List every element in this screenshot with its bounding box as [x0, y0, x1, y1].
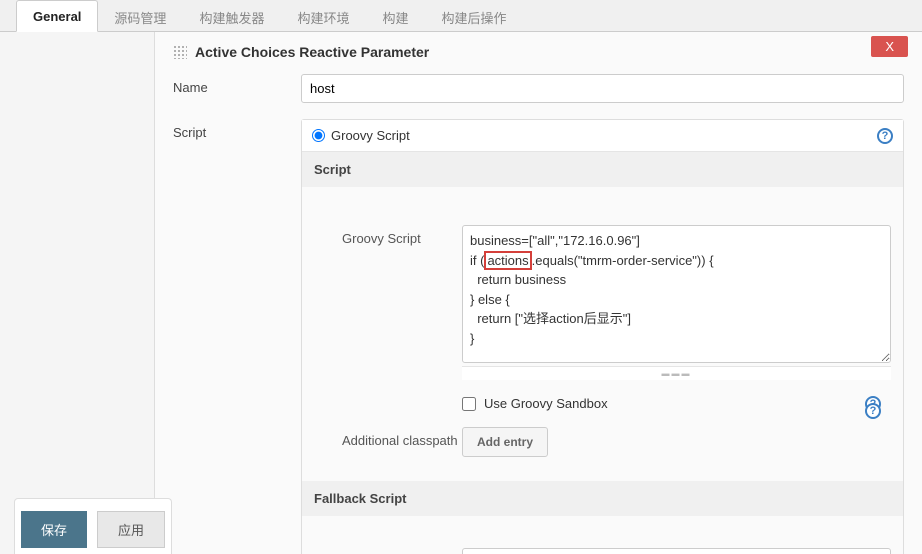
- script-label: Script: [173, 119, 301, 140]
- fallback-groovy-label: Groovy Script: [342, 548, 462, 554]
- groovy-script-field: business=["all","172.16.0.96"] if (actio…: [462, 225, 891, 380]
- name-label: Name: [173, 74, 301, 95]
- resize-grip[interactable]: ▬▬▬: [462, 366, 891, 380]
- bottom-action-bar: 保存 应用: [14, 498, 172, 554]
- fallback-groovy-field: [462, 548, 891, 554]
- sandbox-spacer: [342, 392, 462, 398]
- groovy-script-label: Groovy Script: [342, 225, 462, 246]
- fallback-heading: Fallback Script: [302, 481, 903, 516]
- fallback-textarea[interactable]: [462, 548, 891, 554]
- help-icon[interactable]: ?: [865, 403, 881, 419]
- script-heading: Script: [302, 152, 903, 187]
- script-field-wrap: Groovy Script ? Script Groovy Script bus…: [301, 119, 904, 554]
- save-button[interactable]: 保存: [21, 511, 87, 548]
- help-icon[interactable]: ?: [877, 128, 893, 144]
- classpath-label: Additional classpath: [342, 427, 462, 448]
- parameter-title: Active Choices Reactive Parameter: [195, 44, 429, 60]
- row-script: Script Groovy Script ? Script Groovy Scr…: [173, 119, 904, 554]
- groovy-radio[interactable]: [312, 129, 325, 142]
- sandbox-row: Use Groovy Sandbox ?: [342, 392, 891, 415]
- fallback-inner: Groovy Script: [302, 516, 903, 554]
- name-input[interactable]: [301, 74, 904, 103]
- groovy-radio-row: Groovy Script ?: [302, 120, 903, 152]
- groovy-code-textarea[interactable]: [462, 225, 891, 363]
- tab-build[interactable]: 构建: [366, 0, 425, 31]
- sandbox-checkbox[interactable]: [462, 397, 476, 411]
- tab-env[interactable]: 构建环境: [281, 0, 366, 31]
- tab-triggers[interactable]: 构建触发器: [183, 0, 281, 31]
- left-gutter: [0, 32, 155, 554]
- tab-general[interactable]: General: [16, 0, 98, 32]
- drag-handle-icon[interactable]: [173, 45, 187, 59]
- parameter-header: Active Choices Reactive Parameter X: [173, 44, 904, 60]
- config-tabs: General 源码管理 构建触发器 构建环境 构建 构建后操作: [0, 0, 922, 32]
- close-button[interactable]: X: [871, 36, 908, 57]
- script-box: Groovy Script ? Script Groovy Script bus…: [301, 119, 904, 554]
- fallback-groovy-row: Groovy Script: [342, 548, 891, 554]
- row-name: Name: [173, 74, 904, 103]
- groovy-script-row: Groovy Script business=["all","172.16.0.…: [342, 225, 891, 380]
- content-area: Active Choices Reactive Parameter X Name…: [0, 32, 922, 554]
- apply-button[interactable]: 应用: [97, 511, 165, 548]
- sandbox-label: Use Groovy Sandbox: [484, 396, 608, 411]
- add-entry-button[interactable]: Add entry: [462, 427, 548, 457]
- script-inner: Groovy Script business=["all","172.16.0.…: [302, 187, 903, 481]
- groovy-radio-label: Groovy Script: [331, 128, 410, 143]
- sandbox-field: Use Groovy Sandbox ?: [462, 392, 891, 415]
- classpath-field: Add entry ?: [462, 427, 891, 457]
- tab-postbuild[interactable]: 构建后操作: [425, 0, 523, 31]
- main-panel: Active Choices Reactive Parameter X Name…: [155, 32, 922, 554]
- name-field-wrap: [301, 74, 904, 103]
- classpath-row: Additional classpath Add entry ?: [342, 427, 891, 457]
- tab-source[interactable]: 源码管理: [98, 0, 183, 31]
